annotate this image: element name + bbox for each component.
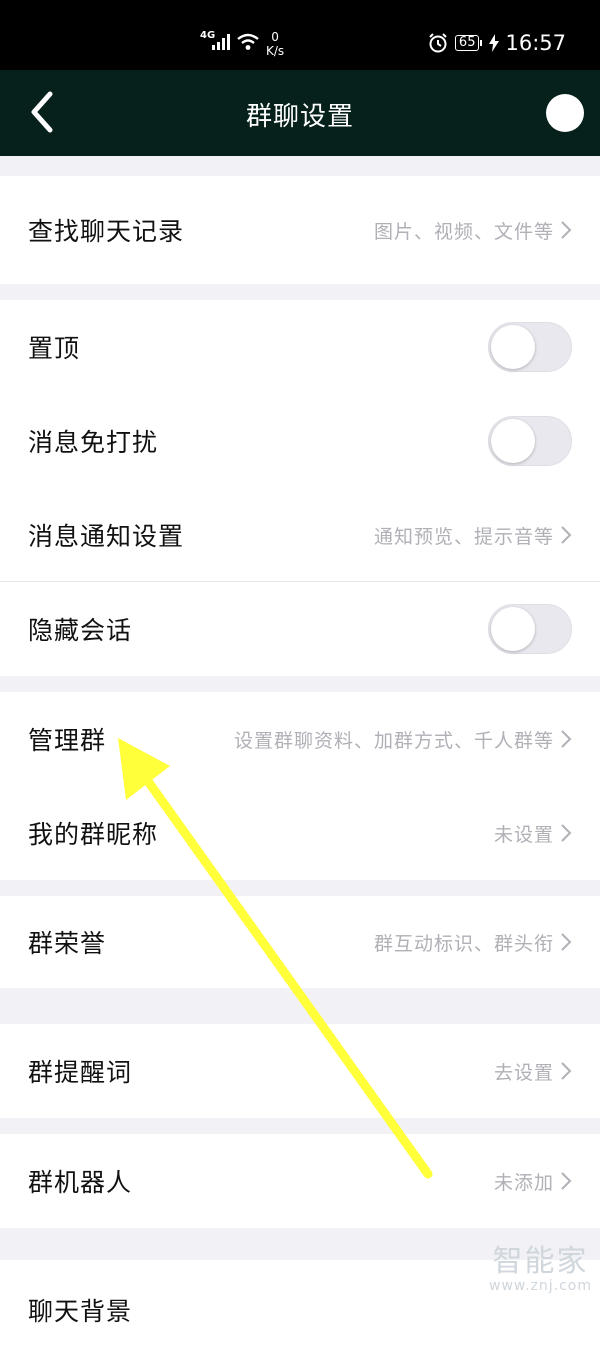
notification-settings-label: 消息通知设置 [28, 522, 185, 551]
hide-chat-row: 隐藏会话 [0, 582, 600, 676]
status-bar: 4G 0 K/s 65 16:57 [0, 0, 600, 70]
robot-group: 群机器人 未添加 [0, 1134, 600, 1228]
chat-background-label: 聊天背景 [28, 1297, 133, 1326]
search-history-hint: 图片、视频、文件等 [373, 220, 554, 243]
nav-bar: 群聊设置 [0, 70, 600, 156]
do-not-disturb-toggle[interactable] [488, 416, 572, 466]
battery-indicator: 65 [454, 35, 482, 51]
do-not-disturb-row: 消息免打扰 [0, 394, 600, 488]
chevron-right-icon [561, 824, 572, 842]
pin-row: 置顶 [0, 300, 600, 394]
group-robot-label: 群机器人 [28, 1168, 133, 1197]
my-nickname-row[interactable]: 我的群昵称 未设置 [0, 786, 600, 880]
group-reminder-hint: 去设置 [493, 1061, 554, 1084]
group-honor-label: 群荣誉 [28, 929, 107, 958]
manage-group-label: 管理群 [28, 726, 107, 755]
settings-list: 查找聊天记录 图片、视频、文件等 置顶 消息免打扰 消息通知设置 通知预览、提示… [0, 156, 600, 1354]
signal-icon [212, 34, 230, 50]
watermark-text: 智能家 [492, 1244, 589, 1279]
chevron-right-icon [561, 933, 572, 951]
my-nickname-hint: 未设置 [493, 823, 554, 846]
group-avatar[interactable] [546, 94, 584, 132]
page-title: 群聊设置 [245, 102, 354, 132]
pin-label: 置顶 [28, 334, 81, 363]
group-honor-row[interactable]: 群荣誉 群互动标识、群头衔 [0, 896, 600, 988]
group-reminder-row[interactable]: 群提醒词 去设置 [0, 1024, 600, 1118]
network-speed: 0 K/s [266, 30, 284, 58]
group-honor-hint: 群互动标识、群头衔 [373, 932, 554, 955]
chevron-right-icon [561, 526, 572, 544]
honor-group: 群荣誉 群互动标识、群头衔 [0, 896, 600, 988]
reminder-group: 群提醒词 去设置 [0, 1024, 600, 1118]
search-history-row[interactable]: 查找聊天记录 图片、视频、文件等 [0, 176, 600, 284]
hide-chat-toggle[interactable] [488, 604, 572, 654]
group-robot-hint: 未添加 [493, 1171, 554, 1194]
manage-group-hint: 设置群聊资料、加群方式、千人群等 [233, 729, 554, 752]
notification-settings-hint: 通知预览、提示音等 [373, 525, 554, 548]
chevron-right-icon [561, 1062, 572, 1080]
chevron-right-icon [561, 730, 572, 748]
manage-group-row[interactable]: 管理群 设置群聊资料、加群方式、千人群等 [0, 692, 600, 786]
charging-icon [489, 34, 500, 52]
speed-unit: K/s [266, 44, 285, 58]
notification-group: 置顶 消息免打扰 消息通知设置 通知预览、提示音等 隐藏会话 [0, 300, 600, 676]
wifi-icon [237, 33, 259, 50]
toggle-knob [491, 419, 535, 463]
watermark: 智能家 www.znj.com [489, 1236, 592, 1294]
hide-chat-label: 隐藏会话 [28, 616, 133, 645]
group-reminder-label: 群提醒词 [28, 1058, 133, 1087]
chevron-right-icon [561, 221, 572, 239]
watermark-url: www.znj.com [489, 1278, 592, 1294]
speed-value: 0 [271, 30, 279, 44]
do-not-disturb-label: 消息免打扰 [28, 428, 159, 457]
toggle-knob [491, 607, 535, 651]
search-group: 查找聊天记录 图片、视频、文件等 [0, 176, 600, 284]
group-robot-row[interactable]: 群机器人 未添加 [0, 1134, 600, 1228]
group-management: 管理群 设置群聊资料、加群方式、千人群等 我的群昵称 未设置 [0, 692, 600, 880]
my-nickname-label: 我的群昵称 [28, 820, 159, 849]
notification-settings-row[interactable]: 消息通知设置 通知预览、提示音等 [0, 488, 600, 582]
alarm-icon [429, 33, 447, 53]
pin-toggle[interactable] [488, 322, 572, 372]
search-history-label: 查找聊天记录 [28, 217, 185, 246]
toggle-knob [491, 325, 535, 369]
clock: 16:57 [505, 31, 566, 55]
chevron-right-icon [561, 1172, 572, 1190]
